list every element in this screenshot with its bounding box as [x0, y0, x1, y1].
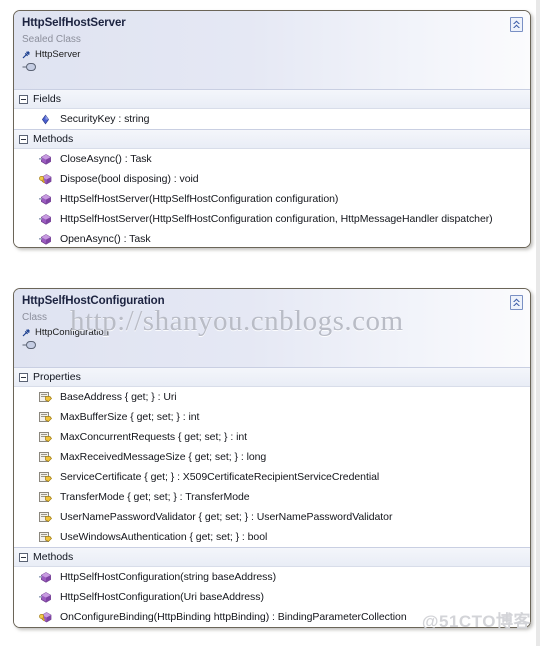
inheritance-arrow-icon	[22, 328, 32, 338]
member-row[interactable]: HttpSelfHostConfiguration(Uri baseAddres…	[14, 587, 530, 607]
member-label: OnConfigureBinding(HttpBinding httpBindi…	[60, 610, 407, 623]
minus-box-icon[interactable]	[19, 134, 28, 144]
field-icon	[38, 112, 53, 126]
member-label: SecurityKey : string	[60, 112, 150, 125]
member-label: HttpSelfHostConfiguration(string baseAdd…	[60, 570, 277, 583]
member-row[interactable]: HttpSelfHostServer(HttpSelfHostConfigura…	[14, 209, 530, 229]
inheritance-arrow-icon	[22, 50, 32, 60]
member-label: Dispose(bool disposing) : void	[60, 172, 199, 185]
interface-lollipop-icon[interactable]	[22, 62, 522, 72]
member-row[interactable]: OnConfigureBinding(HttpBinding httpBindi…	[14, 607, 530, 627]
class-stereotype: Class	[22, 312, 48, 323]
class-diagram-canvas: HttpSelfHostServer Sealed Class HttpServ…	[0, 0, 540, 646]
member-label: MaxReceivedMessageSize { get; set; } : l…	[60, 450, 267, 463]
class-base-type[interactable]: HttpConfiguration	[22, 326, 522, 339]
property-icon	[38, 410, 53, 424]
member-list-methods: HttpSelfHostConfiguration(string baseAdd…	[14, 567, 530, 627]
member-list-properties: BaseAddress { get; } : Uri MaxBufferSize…	[14, 387, 530, 547]
member-list-methods: CloseAsync() : Task Dispose(bool disposi…	[14, 149, 530, 247]
minus-box-icon[interactable]	[19, 372, 28, 382]
class-header: HttpSelfHostServer Sealed Class HttpServ…	[14, 11, 530, 89]
property-icon	[38, 470, 53, 484]
member-row[interactable]: MaxReceivedMessageSize { get; set; } : l…	[14, 447, 530, 467]
member-label: OpenAsync() : Task	[60, 232, 151, 245]
compartment-header-fields[interactable]: Fields	[14, 89, 530, 109]
class-shape-httpselfhostconfiguration[interactable]: HttpSelfHostConfiguration Class HttpConf…	[13, 288, 531, 628]
method-icon	[38, 232, 53, 246]
class-shape-httpselfhostserver[interactable]: HttpSelfHostServer Sealed Class HttpServ…	[13, 10, 531, 248]
member-row[interactable]: TransferMode { get; set; } : TransferMod…	[14, 487, 530, 507]
member-label: MaxConcurrentRequests { get; set; } : in…	[60, 430, 248, 443]
compartment-label: Fields	[33, 93, 62, 105]
member-row[interactable]: UseWindowsAuthentication { get; set; } :…	[14, 527, 530, 547]
property-icon	[38, 430, 53, 444]
method-icon	[38, 570, 53, 584]
minus-box-icon[interactable]	[19, 94, 28, 104]
member-row[interactable]: ServiceCertificate { get; } : X509Certif…	[14, 467, 530, 487]
class-base-label: HttpServer	[35, 49, 81, 60]
member-row[interactable]: MaxConcurrentRequests { get; set; } : in…	[14, 427, 530, 447]
member-label: HttpSelfHostServer(HttpSelfHostConfigura…	[60, 212, 493, 225]
member-label: CloseAsync() : Task	[60, 152, 152, 165]
class-base-label: HttpConfiguration	[35, 327, 109, 338]
compartment-label: Methods	[33, 133, 74, 145]
collapse-button[interactable]	[510, 17, 523, 32]
member-row[interactable]: SecurityKey : string	[14, 109, 530, 129]
class-stereotype: Sealed Class	[22, 34, 81, 45]
method-icon	[38, 192, 53, 206]
method-protected-icon	[38, 610, 53, 624]
method-icon	[38, 212, 53, 226]
member-row[interactable]: MaxBufferSize { get; set; } : int	[14, 407, 530, 427]
property-icon	[38, 390, 53, 404]
property-icon	[38, 510, 53, 524]
compartment-label: Properties	[33, 371, 81, 383]
member-label: HttpSelfHostConfiguration(Uri baseAddres…	[60, 590, 264, 603]
property-icon	[38, 490, 53, 504]
member-label: ServiceCertificate { get; } : X509Certif…	[60, 470, 380, 483]
member-label: HttpSelfHostServer(HttpSelfHostConfigura…	[60, 192, 339, 205]
page-edge-strip	[536, 0, 540, 646]
interface-lollipop-icon[interactable]	[22, 340, 522, 350]
class-title: HttpSelfHostServer	[22, 17, 126, 29]
compartment-header-properties[interactable]: Properties	[14, 367, 530, 387]
class-header: HttpSelfHostConfiguration Class HttpConf…	[14, 289, 530, 367]
member-label: BaseAddress { get; } : Uri	[60, 390, 177, 403]
member-row[interactable]: BaseAddress { get; } : Uri	[14, 387, 530, 407]
member-row[interactable]: UserNamePasswordValidator { get; set; } …	[14, 507, 530, 527]
method-icon	[38, 152, 53, 166]
property-icon	[38, 530, 53, 544]
minus-box-icon[interactable]	[19, 552, 28, 562]
member-label: MaxBufferSize { get; set; } : int	[60, 410, 200, 423]
method-protected-icon	[38, 172, 53, 186]
member-row[interactable]: HttpSelfHostServer(HttpSelfHostConfigura…	[14, 189, 530, 209]
member-list-fields: SecurityKey : string	[14, 109, 530, 129]
property-icon	[38, 450, 53, 464]
member-row[interactable]: CloseAsync() : Task	[14, 149, 530, 169]
member-row[interactable]: OpenAsync() : Task	[14, 229, 530, 247]
member-row[interactable]: HttpSelfHostConfiguration(string baseAdd…	[14, 567, 530, 587]
compartment-header-methods[interactable]: Methods	[14, 129, 530, 149]
compartment-label: Methods	[33, 551, 74, 563]
member-label: TransferMode { get; set; } : TransferMod…	[60, 490, 250, 503]
compartment-header-methods[interactable]: Methods	[14, 547, 530, 567]
member-label: UserNamePasswordValidator { get; set; } …	[60, 510, 393, 523]
class-base-type[interactable]: HttpServer	[22, 48, 522, 61]
member-label: UseWindowsAuthentication { get; set; } :…	[60, 530, 268, 543]
method-icon	[38, 590, 53, 604]
member-row[interactable]: Dispose(bool disposing) : void	[14, 169, 530, 189]
class-title: HttpSelfHostConfiguration	[22, 295, 165, 307]
collapse-button[interactable]	[510, 295, 523, 310]
